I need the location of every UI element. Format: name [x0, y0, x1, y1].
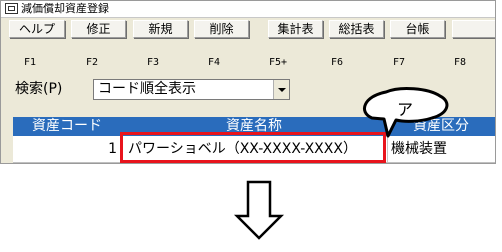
down-arrow-icon — [233, 180, 285, 240]
